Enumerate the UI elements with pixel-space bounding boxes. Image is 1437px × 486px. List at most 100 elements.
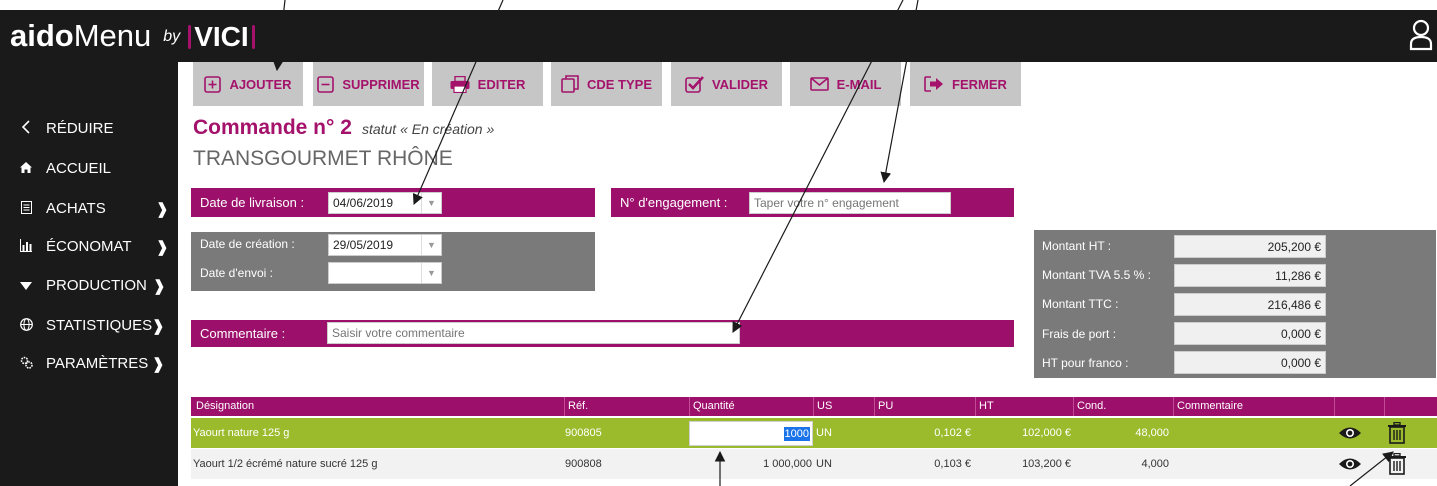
send-date-select[interactable]: ▼ [328, 262, 442, 284]
sign-out-icon [924, 76, 944, 92]
delete-button[interactable]: SUPPRIMER [313, 62, 424, 106]
column-header-unit[interactable]: US [813, 397, 832, 416]
home-icon [20, 161, 32, 176]
column-header-comment[interactable]: Commentaire [1173, 397, 1243, 416]
sidebar-item-parametres[interactable]: PARAMÈTRES ❱ [20, 355, 165, 373]
bar-chart-icon [20, 238, 32, 255]
app-logo: aido Menu by VICI [10, 18, 256, 53]
sidebar-item-statistiques[interactable]: STATISTIQUES ❱ [20, 317, 165, 335]
trash-icon[interactable] [1388, 421, 1406, 449]
email-button-label: E-MAIL [836, 76, 882, 92]
column-header-unit-price[interactable]: PU [874, 397, 893, 416]
table-row[interactable]: Yaourt nature 125 g 900805 1000 UN 0,102… [191, 418, 1437, 448]
row-cond: 4,000 [1141, 458, 1169, 470]
column-header-cond[interactable]: Cond. [1073, 397, 1106, 416]
comment-input[interactable] [327, 322, 740, 344]
row-ref: 900805 [565, 427, 602, 439]
delivery-date-select[interactable]: 04/06/2019 ▼ [328, 192, 442, 214]
caret-down-icon [20, 279, 32, 293]
row-unit: UN [816, 427, 832, 439]
creation-date-value: 29/05/2019 [333, 238, 394, 252]
sidebar-item-reduire[interactable]: RÉDUIRE [20, 120, 114, 137]
minus-square-icon [317, 75, 335, 93]
eye-icon[interactable] [1338, 457, 1362, 476]
column-header-designation[interactable]: Désignation [192, 397, 254, 416]
partner-logo: VICI [188, 21, 256, 53]
quantity-input-value: 1000 [783, 427, 810, 441]
sidebar-item-accueil[interactable]: ACCUEIL [20, 160, 111, 177]
validate-button[interactable]: VALIDER [671, 62, 782, 106]
globe-icon [20, 317, 33, 334]
sidebar-item-label: ACCUEIL [46, 160, 112, 177]
chevron-right-icon: ❱ [156, 200, 169, 218]
chevron-right-icon: ❱ [152, 355, 165, 373]
close-button[interactable]: FERMER [910, 62, 1021, 106]
total-ttc-label: Montant TTC : [1042, 297, 1119, 311]
total-ttc-value: 216,486 € [1174, 293, 1326, 316]
sidebar-item-production[interactable]: PRODUCTION ❱ [20, 277, 166, 295]
column-header-ht[interactable]: HT [975, 397, 994, 416]
franco-label: HT pour franco : [1042, 356, 1129, 370]
column-divider [1384, 397, 1385, 416]
row-ref: 900808 [565, 458, 602, 470]
trash-icon[interactable] [1388, 452, 1406, 480]
send-date-label: Date d'envoi : [200, 266, 274, 280]
sidebar-item-label: PARAMÈTRES [46, 355, 149, 372]
quantity-input[interactable]: 1000 [689, 421, 813, 446]
creation-date-label: Date de création : [200, 237, 295, 251]
brand-by: by [163, 27, 181, 45]
row-unit-price: 0,102 € [934, 427, 971, 439]
total-ht-label: Montant HT : [1042, 239, 1112, 253]
chevron-down-icon: ▼ [421, 193, 441, 213]
column-header-ref[interactable]: Réf. [564, 397, 588, 416]
order-number: Commande n° 2 [193, 116, 352, 139]
total-vat-label: Montant TVA 5.5 % : [1042, 268, 1151, 282]
total-ht-value: 205,200 € [1174, 235, 1326, 258]
chevron-right-icon: ❱ [153, 277, 166, 295]
add-button[interactable]: AJOUTER [193, 62, 303, 106]
copy-icon [561, 75, 579, 93]
sidebar-item-label: RÉDUIRE [46, 120, 114, 137]
print-button[interactable]: EDITER [432, 62, 543, 106]
column-divider [874, 397, 875, 416]
check-square-icon [685, 75, 704, 93]
engagement-input[interactable] [749, 192, 951, 214]
row-ht: 103,200 € [1022, 458, 1071, 470]
column-divider [975, 397, 976, 416]
brand-light: Menu [73, 18, 152, 53]
envelope-icon [809, 77, 829, 91]
order-type-button[interactable]: CDE TYPE [551, 62, 662, 106]
creation-date-select[interactable]: 29/05/2019 ▼ [328, 234, 442, 256]
eye-icon[interactable] [1338, 426, 1362, 445]
row-designation: Yaourt nature 125 g [193, 427, 290, 439]
delivery-date-value: 04/06/2019 [333, 196, 394, 210]
delivery-date-label: Date de livraison : [200, 195, 305, 210]
order-type-button-label: CDE TYPE [586, 76, 652, 92]
shipping-cost-label: Frais de port : [1042, 327, 1117, 341]
table-row[interactable]: Yaourt 1/2 écrémé nature sucré 125 g 900… [191, 449, 1437, 479]
row-designation: Yaourt 1/2 écrémé nature sucré 125 g [193, 458, 378, 470]
sidebar-item-label: ACHATS [46, 200, 106, 217]
column-divider [813, 397, 814, 416]
column-divider [1073, 397, 1074, 416]
sidebar-item-label: STATISTIQUES [46, 317, 153, 334]
sidebar-item-label: PRODUCTION [46, 277, 147, 294]
total-vat-value: 11,286 € [1174, 264, 1326, 287]
gears-icon [20, 356, 33, 372]
printer-icon [450, 75, 470, 93]
chevron-down-icon: ▼ [421, 235, 441, 255]
column-divider [1334, 397, 1335, 416]
email-button[interactable]: E-MAIL [790, 62, 901, 106]
column-divider [564, 397, 565, 416]
row-unit-price: 0,103 € [934, 458, 971, 470]
sidebar-item-achats[interactable]: ACHATS ❱ [20, 200, 169, 218]
column-header-quantity[interactable]: Quantité [689, 397, 735, 416]
user-icon[interactable] [1408, 18, 1434, 52]
comment-label: Commentaire : [200, 326, 286, 341]
brand-bold: aido [10, 18, 74, 53]
column-divider [689, 397, 690, 416]
sidebar-item-economat[interactable]: ÉCONOMAT ❱ [20, 238, 169, 256]
plus-square-icon [204, 75, 222, 93]
print-button-label: EDITER [477, 76, 526, 92]
sidebar-item-label: ÉCONOMAT [46, 238, 132, 255]
